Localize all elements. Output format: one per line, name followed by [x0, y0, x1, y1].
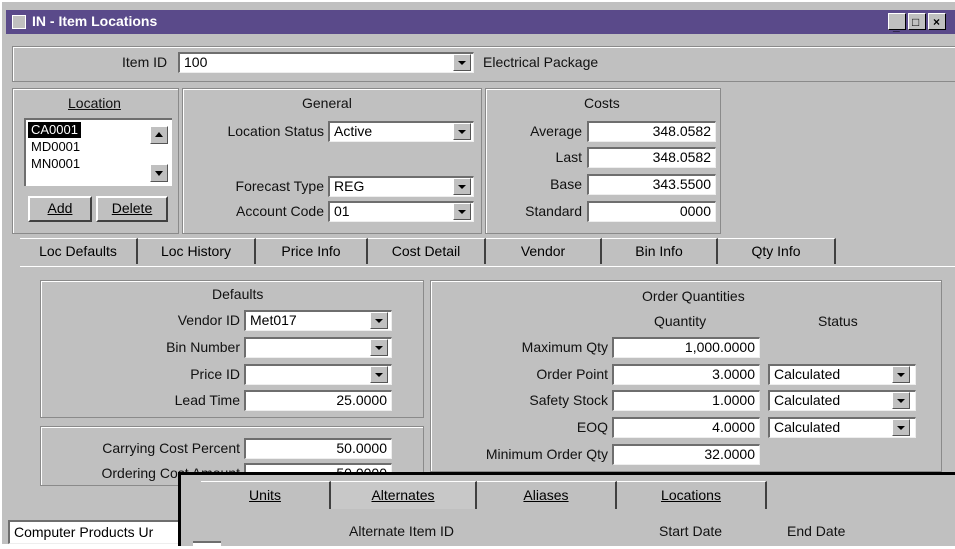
popup-tab-locations[interactable]: Locations [617, 481, 767, 509]
item-id-field[interactable]: 100 [178, 52, 474, 73]
safety-stock-label: Safety Stock [529, 392, 608, 408]
lead-time-field[interactable]: 25.0000 [244, 390, 392, 411]
tab-qty-info[interactable]: Qty Info [718, 238, 836, 264]
item-details-popup: Units Alternates Aliases Locations Alter… [178, 472, 955, 549]
eoq-status-dropdown-button[interactable] [892, 419, 910, 436]
minimum-order-qty-field[interactable]: 32.0000 [612, 444, 760, 465]
end-date-header: End Date [787, 523, 846, 539]
tab-bin-info[interactable]: Bin Info [602, 238, 718, 264]
location-header: Location [68, 95, 121, 111]
order-point-field[interactable]: 3.0000 [612, 364, 760, 385]
location-status-label: Location Status [227, 123, 324, 139]
arrow-up-icon [155, 132, 163, 137]
last-cost-field[interactable]: 348.0582 [587, 147, 716, 168]
bin-number-dropdown-button[interactable] [370, 339, 388, 356]
location-list[interactable]: CA0001 MD0001 MN0001 [24, 118, 172, 186]
tab-loc-defaults[interactable]: Loc Defaults [20, 238, 138, 264]
forecast-type-label: Forecast Type [235, 178, 324, 194]
average-label: Average [530, 123, 582, 139]
scroll-up-button[interactable] [150, 126, 168, 144]
base-cost-field[interactable]: 343.5500 [587, 174, 716, 195]
close-button[interactable]: × [928, 13, 946, 30]
aliases-tab-label: Aliases [523, 487, 569, 503]
vendor-id-dropdown-button[interactable] [370, 312, 388, 329]
lead-time-label: Lead Time [174, 392, 240, 408]
price-id-dropdown-button[interactable] [370, 366, 388, 383]
alternates-tab-label: Alternates [371, 487, 435, 503]
minimize-button[interactable]: _ [888, 13, 906, 32]
standard-cost-field[interactable]: 0000 [587, 201, 716, 222]
location-status-dropdown-button[interactable] [453, 123, 471, 140]
item-locations-window: IN - Item Locations _ □ × Item ID 100 El… [0, 0, 955, 549]
popup-tab-units[interactable]: Units [201, 481, 331, 509]
minimum-order-qty-label: Minimum Order Qty [485, 446, 608, 462]
units-tab-label: Units [249, 487, 281, 503]
carrying-cost-percent-field[interactable]: 50.0000 [244, 438, 392, 459]
average-cost-field[interactable]: 348.0582 [587, 121, 716, 142]
item-id-dropdown-button[interactable] [453, 54, 471, 71]
safety-stock-field[interactable]: 1.0000 [612, 390, 760, 411]
account-code-label: Account Code [236, 203, 324, 219]
window-title: IN - Item Locations [32, 13, 158, 29]
status-column-header: Status [818, 313, 858, 329]
vendor-id-label: Vendor ID [177, 312, 240, 328]
alternate-item-id-header: Alternate Item ID [349, 523, 455, 539]
popup-tab-alternates[interactable]: Alternates [331, 481, 477, 509]
tab-price-info[interactable]: Price Info [256, 238, 368, 264]
defaults-header: Defaults [212, 286, 264, 302]
base-label: Base [550, 176, 582, 192]
maximize-button[interactable]: □ [908, 13, 926, 30]
general-header: General [302, 95, 352, 111]
scroll-down-button[interactable] [150, 164, 168, 182]
tab-loc-history[interactable]: Loc History [138, 238, 256, 264]
carrying-cost-percent-label: Carrying Cost Percent [102, 440, 240, 456]
maximum-qty-field[interactable]: 1,000.0000 [612, 337, 760, 358]
order-quantities-header: Order Quantities [642, 288, 745, 304]
costs-header: Costs [584, 95, 620, 111]
arrow-down-icon [155, 171, 163, 176]
item-id-label: Item ID [122, 54, 168, 70]
detail-tabs: Loc Defaults Loc History Price Info Cost… [20, 238, 955, 267]
title-bar: IN - Item Locations _ □ × [6, 10, 955, 34]
tab-vendor[interactable]: Vendor [486, 238, 602, 264]
status-bar: Computer Products Ur [8, 520, 198, 544]
price-id-label: Price ID [190, 366, 240, 382]
item-description: Electrical Package [483, 54, 599, 70]
add-label: Add [47, 200, 73, 216]
bin-number-label: Bin Number [166, 339, 240, 355]
eoq-field[interactable]: 4.0000 [612, 417, 760, 438]
delete-label: Delete [111, 200, 153, 216]
safety-stock-status-dropdown-button[interactable] [892, 392, 910, 409]
row-selector [193, 541, 221, 549]
maximum-qty-label: Maximum Qty [521, 339, 608, 355]
order-point-status-dropdown-button[interactable] [892, 366, 910, 383]
forecast-type-dropdown-button[interactable] [453, 178, 471, 195]
delete-location-button[interactable]: Delete [96, 196, 168, 222]
quantity-column-header: Quantity [654, 313, 707, 329]
start-date-header: Start Date [659, 523, 723, 539]
order-point-label: Order Point [536, 366, 608, 382]
eoq-label: EOQ [576, 419, 608, 435]
location-item-mn0001[interactable]: MN0001 [28, 156, 83, 172]
app-icon [12, 15, 26, 29]
location-item-ca0001[interactable]: CA0001 [28, 122, 81, 138]
popup-tab-aliases[interactable]: Aliases [477, 481, 617, 509]
locations-tab-label: Locations [661, 487, 721, 503]
tab-cost-detail[interactable]: Cost Detail [368, 238, 486, 264]
account-code-dropdown-button[interactable] [453, 203, 471, 220]
last-label: Last [555, 149, 582, 165]
add-location-button[interactable]: Add [28, 196, 92, 222]
standard-label: Standard [525, 203, 582, 219]
location-item-md0001[interactable]: MD0001 [28, 139, 83, 155]
